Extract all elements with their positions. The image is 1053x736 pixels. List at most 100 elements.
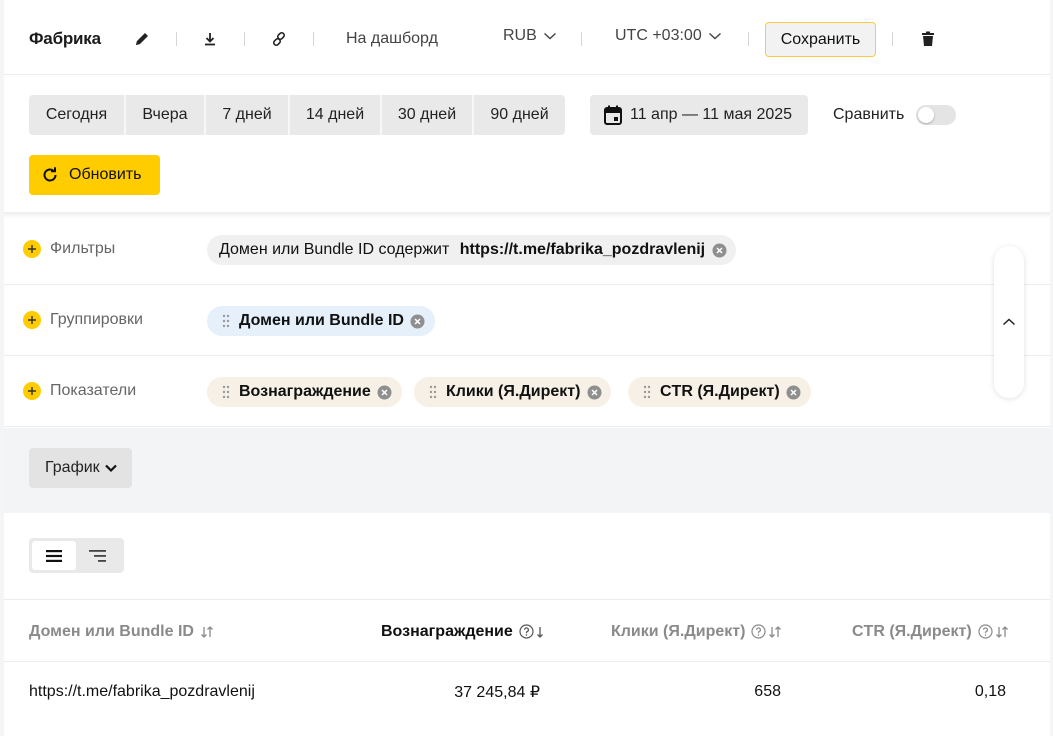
period-90-days[interactable]: 90 дней — [474, 95, 565, 135]
add-metric-button[interactable] — [23, 382, 41, 400]
table-cell-ctr: 0,18 — [974, 683, 1006, 700]
chevron-down-icon — [708, 32, 721, 40]
report-title: Фабрика — [29, 29, 101, 48]
chart-area — [4, 428, 1050, 513]
compare-toggle[interactable] — [916, 105, 957, 125]
grouping-chip[interactable]: Домен или Bundle ID — [207, 306, 435, 336]
calendar-icon — [604, 105, 622, 125]
divider — [313, 32, 314, 46]
period-7-days[interactable]: 7 дней — [206, 95, 290, 135]
chart-type-label: График — [45, 459, 100, 476]
close-icon[interactable] — [786, 384, 802, 400]
filter-chip[interactable]: Домен или Bundle ID содержит https://t.m… — [207, 235, 737, 265]
link-icon[interactable] — [267, 27, 291, 51]
toggle-knob — [918, 107, 935, 123]
groupings-row: Группировки Домен или Bundle ID — [4, 285, 1050, 356]
save-button[interactable]: Сохранить — [765, 22, 876, 57]
metric-chip-label: CTR (Я.Директ) — [660, 383, 780, 400]
download-icon[interactable] — [198, 27, 222, 51]
sort-icon[interactable] — [995, 625, 1009, 638]
period-14-days[interactable]: 14 дней — [290, 95, 382, 135]
refresh-button[interactable]: Обновить — [29, 155, 160, 195]
grouping-chip-label: Домен или Bundle ID — [239, 312, 404, 329]
period-selector: Сегодня Вчера 7 дней 14 дней 30 дней 90 … — [29, 95, 565, 135]
refresh-icon — [43, 167, 57, 182]
filter-chip-prefix: Домен или Bundle ID содержит — [219, 241, 454, 258]
chart-type-select[interactable]: График — [29, 448, 132, 488]
period-today[interactable]: Сегодня — [29, 95, 126, 135]
period-yesterday[interactable]: Вчера — [126, 95, 206, 135]
collapse-settings-button[interactable] — [994, 246, 1024, 398]
metric-chip[interactable]: Клики (Я.Директ) — [414, 377, 612, 407]
report-panel: Фабрика На дашборд RUB UTC +03:00 Сохран… — [4, 0, 1050, 736]
close-icon[interactable] — [711, 242, 727, 258]
drag-handle-icon[interactable] — [426, 385, 440, 399]
close-icon[interactable] — [586, 384, 602, 400]
help-icon[interactable] — [978, 624, 993, 639]
drag-handle-icon[interactable] — [219, 385, 233, 399]
edit-icon[interactable] — [130, 27, 154, 51]
date-range-value: 11 апр — 11 мая 2025 — [630, 106, 793, 123]
drag-handle-icon[interactable] — [219, 314, 233, 328]
column-header-label: CTR (Я.Директ) — [852, 622, 972, 640]
metric-chip[interactable]: CTR (Я.Директ) — [628, 377, 811, 407]
report-header: Фабрика На дашборд RUB UTC +03:00 Сохран… — [4, 0, 1050, 75]
tree-list-icon — [89, 549, 106, 562]
table-cell-clicks: 658 — [754, 683, 781, 700]
close-icon[interactable] — [377, 384, 393, 400]
table-view-switch — [29, 538, 124, 573]
compare-control: Сравнить — [833, 95, 957, 135]
column-header-reward[interactable]: Вознаграждение — [381, 600, 544, 663]
metric-chip-label: Клики (Я.Директ) — [446, 383, 581, 400]
metric-chip[interactable]: Вознаграждение — [207, 377, 402, 407]
help-icon[interactable] — [519, 624, 534, 639]
filters-label: Фильтры — [50, 240, 116, 257]
divider — [581, 32, 582, 46]
metrics-row: Показатели Вознаграждение Клики (Я.Дирек… — [4, 356, 1050, 427]
divider — [244, 32, 245, 46]
close-icon[interactable] — [410, 313, 426, 329]
sort-icon[interactable] — [768, 625, 782, 638]
add-filter-button[interactable] — [23, 240, 41, 258]
groupings-label: Группировки — [50, 311, 143, 328]
chevron-down-icon — [104, 464, 117, 473]
compare-label: Сравнить — [833, 106, 905, 123]
dashboard-link[interactable]: На дашборд — [346, 0, 438, 78]
flat-view-option[interactable] — [32, 541, 76, 570]
currency-value: RUB — [503, 27, 537, 44]
filter-chip-value: https://t.me/fabrika_pozdravlenij — [459, 241, 706, 258]
drag-handle-icon[interactable] — [640, 385, 654, 399]
period-30-days[interactable]: 30 дней — [382, 95, 474, 135]
table-cell-domain: https://t.me/fabrika_pozdravlenij — [29, 683, 255, 700]
sort-icon[interactable] — [200, 625, 214, 638]
date-range-button[interactable]: 11 апр — 11 мая 2025 — [590, 95, 808, 135]
chevron-down-icon — [543, 32, 556, 40]
chevron-up-icon — [1002, 318, 1016, 326]
help-icon[interactable] — [751, 624, 767, 639]
tree-view-option[interactable] — [76, 541, 120, 570]
column-header-ctr[interactable]: CTR (Я.Директ) — [852, 600, 1009, 663]
list-icon — [46, 549, 62, 562]
currency-select[interactable]: RUB — [503, 27, 557, 45]
plus-icon — [28, 245, 36, 253]
timezone-value: UTC +03:00 — [615, 27, 702, 44]
groupings-label-group: Группировки — [23, 285, 143, 355]
column-header-label: Домен или Bundle ID — [29, 622, 194, 640]
column-header-domain[interactable]: Домен или Bundle ID — [29, 600, 214, 663]
table-header: Домен или Bundle ID Вознаграждение Клики… — [4, 599, 1050, 662]
filters-label-group: Фильтры — [23, 214, 115, 284]
divider — [748, 32, 749, 46]
metrics-label-group: Показатели — [23, 356, 136, 426]
refresh-label: Обновить — [69, 166, 142, 183]
divider — [892, 32, 893, 46]
sort-desc-icon[interactable] — [536, 626, 544, 638]
column-header-clicks[interactable]: Клики (Я.Директ) — [611, 600, 782, 663]
trash-icon[interactable] — [916, 27, 940, 51]
plus-icon — [28, 316, 36, 324]
filters-row: Фильтры Домен или Bundle ID содержит htt… — [4, 214, 1050, 285]
add-grouping-button[interactable] — [23, 311, 41, 329]
table-cell-reward: 37 245,84 ₽ — [454, 684, 540, 701]
column-header-label: Вознаграждение — [381, 622, 513, 640]
timezone-select[interactable]: UTC +03:00 — [615, 27, 722, 45]
metric-chip-label: Вознаграждение — [239, 383, 371, 400]
